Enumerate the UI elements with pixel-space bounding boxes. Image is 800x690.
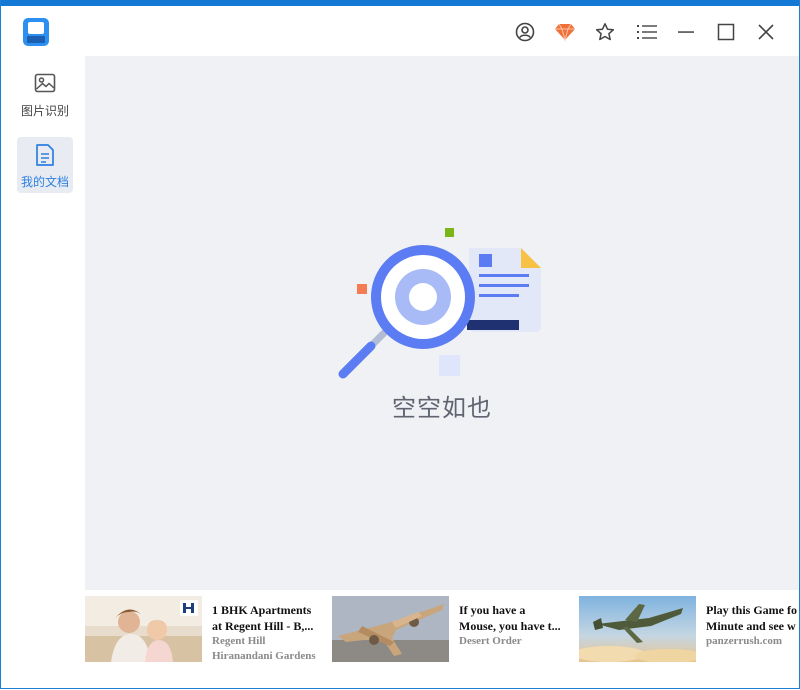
- ad-title: If you have a Mouse, you have t...: [459, 603, 561, 633]
- ad-thumbnail: [332, 596, 449, 662]
- user-circle-icon[interactable]: [511, 18, 539, 46]
- minimize-icon[interactable]: [672, 18, 700, 46]
- sidebar-item-label: 我的文档: [20, 175, 69, 189]
- document-list-area: 空空如也: [85, 56, 799, 590]
- title-bar: [1, 6, 799, 56]
- sidebar: 图片识别 我的文档: [1, 56, 85, 688]
- maximize-icon[interactable]: [712, 18, 740, 46]
- sidebar-item-image-recognition[interactable]: 图片识别: [17, 66, 73, 122]
- ad-title: Play this Game fo Minute and see w: [706, 603, 797, 633]
- document-icon: [34, 143, 56, 167]
- ad-source: Regent Hill Hiranandani Gardens: [212, 635, 316, 662]
- ad-banner: 1 BHK Apartments at Regent Hill - B,... R…: [85, 590, 799, 688]
- sidebar-item-my-documents[interactable]: 我的文档: [17, 137, 73, 193]
- list-menu-icon[interactable]: [633, 18, 661, 46]
- diamond-icon[interactable]: [551, 18, 579, 46]
- ad-thumbnail: [85, 596, 202, 662]
- image-icon: [34, 72, 56, 96]
- app-logo: [23, 18, 49, 46]
- app-window: 图片识别 我的文档 空空如也 1 BHK Apartments at Regen…: [0, 0, 800, 689]
- ad-source: Desert Order: [459, 635, 522, 647]
- empty-state-illustration: [335, 224, 555, 394]
- ad-title: 1 BHK Apartments at Regent Hill - B,...: [212, 603, 314, 633]
- ad-thumbnail: [579, 596, 696, 662]
- ad-source: panzerrush.com: [706, 635, 783, 647]
- empty-state-text: 空空如也: [392, 394, 492, 422]
- sidebar-item-label: 图片识别: [20, 104, 69, 118]
- star-icon[interactable]: [591, 18, 619, 46]
- ad-card[interactable]: Play this Game fo Minute and see w panzer…: [579, 596, 799, 662]
- ad-card[interactable]: 1 BHK Apartments at Regent Hill - B,... R…: [85, 596, 325, 662]
- close-icon[interactable]: [752, 18, 780, 46]
- ad-card[interactable]: If you have a Mouse, you have t... Desert…: [332, 596, 572, 662]
